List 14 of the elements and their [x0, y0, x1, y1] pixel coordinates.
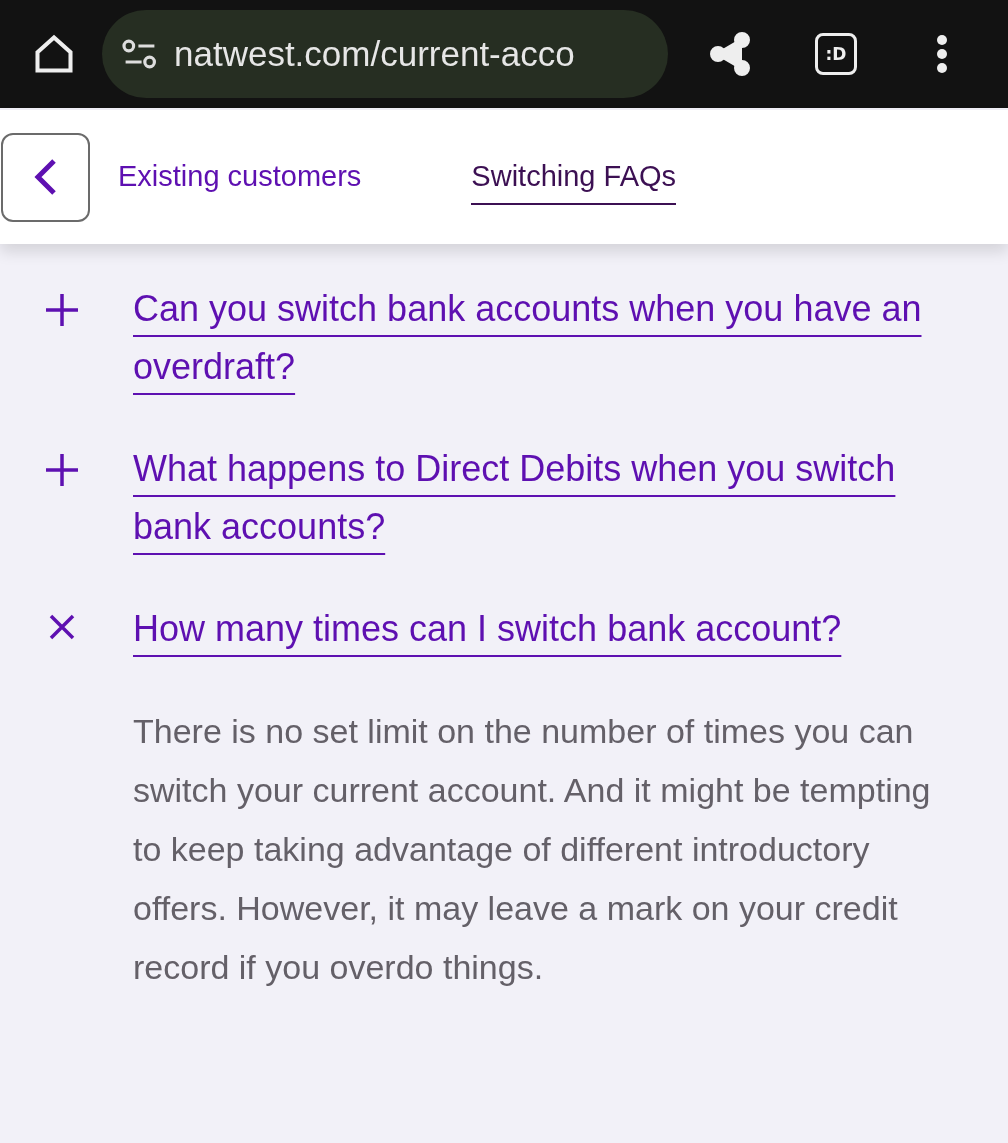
menu-icon[interactable]	[936, 34, 948, 74]
faq-question[interactable]: What happens to Direct Debits when you switch bank accounts?	[133, 440, 963, 556]
tab-switcher[interactable]: :D	[815, 33, 857, 75]
back-button[interactable]	[1, 132, 90, 222]
nav-tab[interactable]: Switching FAQs	[471, 149, 677, 205]
url-text: natwest.com/current-acco	[174, 34, 575, 74]
close-icon[interactable]	[48, 614, 75, 640]
faq-answer: There is no set limit on the number of times you can switch your current account. And it might be tempting to keep taking advantage of different introductory offers. However, it may leave a mark on your credit record if you overdo things.	[133, 711, 932, 988]
nav-tab[interactable]: Existing customers	[118, 149, 362, 205]
plus-icon[interactable]	[45, 454, 78, 486]
plus-icon[interactable]	[45, 294, 78, 326]
address-bar[interactable]: natwest.com/current-acco	[102, 10, 668, 98]
faq-question[interactable]: How many times can I switch bank account?	[133, 600, 963, 658]
faq-question[interactable]: Can you switch bank accounts when you have an overdraft?	[133, 280, 963, 396]
